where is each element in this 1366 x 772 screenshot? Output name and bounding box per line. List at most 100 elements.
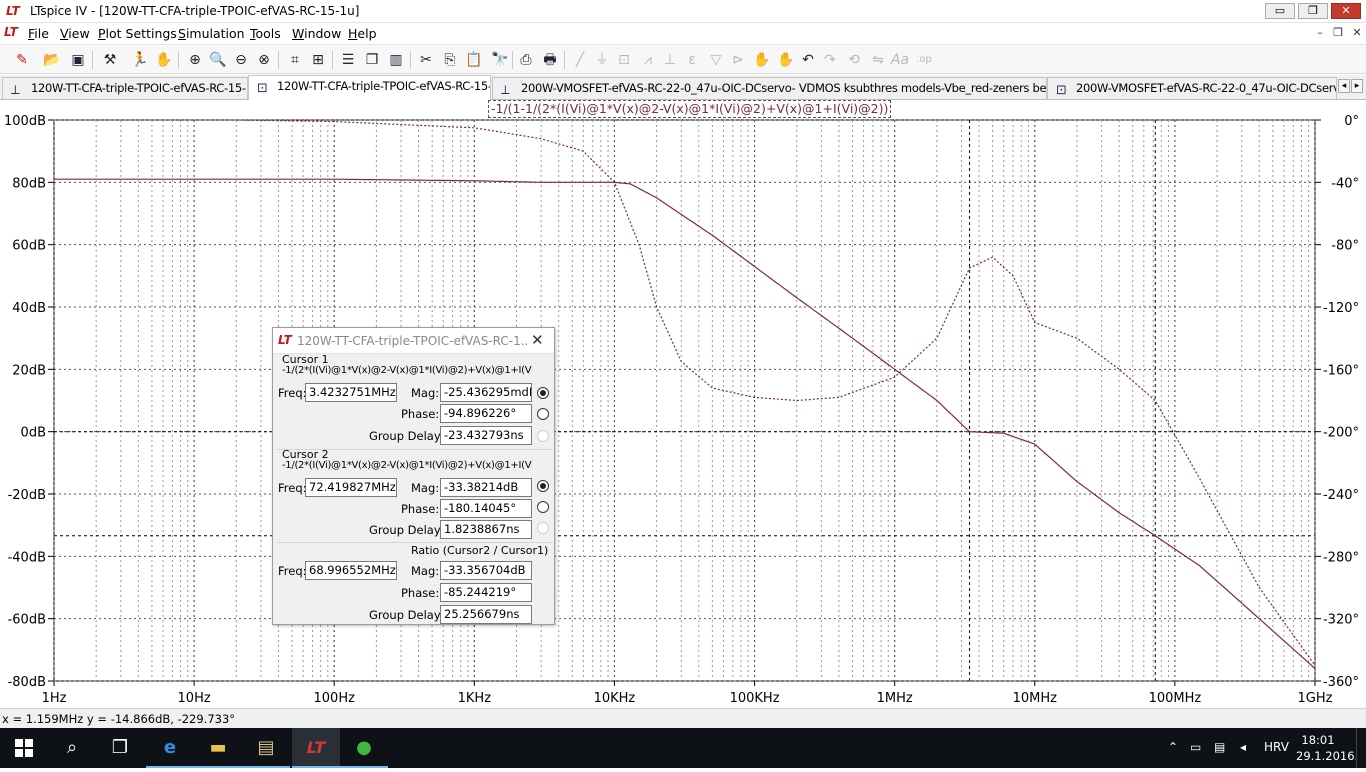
x-axis-tick-label: 1KHz — [458, 691, 492, 706]
edge-browser-icon[interactable]: e — [146, 728, 194, 768]
close-button[interactable]: ✕ — [1331, 3, 1361, 19]
task-view-icon[interactable]: ❐ — [96, 728, 144, 768]
ratio-phase-label: Phase: — [401, 586, 440, 600]
tab-schematic-2[interactable]: ⟂ 200W-VMOSFET-efVAS-RC-22-0_47u-OIC-DCs… — [492, 77, 1047, 99]
mirror-icon[interactable]: ⇋ — [868, 50, 888, 70]
menu-file[interactable]: File — [28, 26, 49, 41]
zoom-out-icon[interactable]: ⊖ — [231, 50, 251, 70]
label-icon[interactable]: ⊡ — [614, 50, 634, 70]
minimize-button[interactable]: ▭ — [1265, 3, 1295, 19]
tab-schematic-1[interactable]: ⟂ 120W-TT-CFA-triple-TPOIC-efVAS-RC-15-1… — [2, 77, 248, 99]
undo-icon[interactable]: ↶ — [798, 50, 818, 70]
tile-horizontal-icon[interactable]: ☰ — [338, 50, 358, 70]
green-app-icon[interactable]: ● — [340, 728, 388, 768]
zoom-in-icon[interactable]: ⊕ — [185, 50, 205, 70]
copy-icon[interactable]: ⎘ — [440, 50, 460, 70]
open-icon[interactable]: 📂 — [42, 50, 62, 70]
run-icon[interactable]: 🏃 — [130, 50, 150, 70]
cursor2-mag-radio[interactable] — [537, 480, 549, 492]
clock[interactable]: 18:01 29.1.2016. — [1296, 732, 1358, 764]
dialog-close-button[interactable]: ✕ — [531, 331, 544, 349]
cursor2-group-delay-field[interactable]: 1.8238867ns — [440, 520, 532, 539]
cursor2-mag-field[interactable]: -33.38214dB — [440, 478, 532, 497]
ratio-freq-field[interactable]: 68.996552MHz — [305, 561, 397, 580]
cursor1-freq-field[interactable]: 3.4232751MHz — [305, 383, 397, 402]
search-icon[interactable]: ⌕ — [48, 728, 96, 768]
file-explorer-icon[interactable]: ▬ — [194, 728, 242, 768]
cut-icon[interactable]: ✂ — [416, 50, 436, 70]
find-icon[interactable]: 🔭 — [490, 50, 510, 70]
drag-icon[interactable]: ✋ — [776, 50, 796, 70]
inductor-icon[interactable]: ε — [682, 50, 702, 70]
folder-app-icon[interactable]: ▤ — [242, 728, 290, 768]
tray-expand-icon[interactable]: ⌃ — [1168, 740, 1178, 754]
document-icon[interactable]: LT — [4, 25, 22, 41]
resistor-icon[interactable]: ⩘ — [638, 50, 658, 70]
ratio-group-delay-field[interactable]: 25.256679ns — [440, 605, 532, 624]
menu-tools[interactable]: Tools — [250, 26, 281, 41]
ratio-mag-label: Mag: — [411, 564, 440, 578]
wire-icon[interactable]: ╱ — [570, 50, 590, 70]
maximize-button[interactable]: ❐ — [1298, 3, 1328, 19]
cursor2-freq-field[interactable]: 72.419827MHz — [305, 478, 397, 497]
ratio-phase-field[interactable]: -85.244219° — [440, 583, 532, 602]
rotate-icon[interactable]: ⟲ — [844, 50, 864, 70]
mdi-restore-button[interactable]: ❐ — [1331, 26, 1345, 39]
cursor1-mag-field[interactable]: -25.436295mdB — [440, 383, 532, 402]
menu-view[interactable]: View — [60, 26, 90, 41]
menu-window[interactable]: Window — [292, 26, 341, 41]
tray-device-icon[interactable]: ▭ — [1190, 740, 1201, 754]
cursor1-phase-radio[interactable] — [537, 408, 549, 420]
menu-plot-settings[interactable]: Plot Settings — [98, 26, 177, 41]
pan-icon[interactable]: ✋ — [154, 50, 174, 70]
tile-vertical-icon[interactable]: ▥ — [386, 50, 406, 70]
zoom-fit-icon[interactable]: ⊗ — [254, 50, 274, 70]
save-icon[interactable]: ▣ — [68, 50, 88, 70]
cursor2-phase-field[interactable]: -180.14045° — [440, 499, 532, 518]
control-panel-icon[interactable]: ⚒ — [100, 50, 120, 70]
show-desktop-button[interactable] — [1356, 728, 1366, 768]
start-button[interactable] — [0, 728, 48, 768]
x-axis-tick-label: 1Hz — [42, 691, 67, 706]
menu-simulation[interactable]: Simulation — [178, 26, 245, 41]
paste-icon[interactable]: 📋 — [464, 50, 484, 70]
trace-expression-label[interactable]: -1/(1-1/(2*(I(Vi)@1*V(x)@2-V(x)@1*I(Vi)@… — [488, 100, 892, 118]
open-schematic-icon[interactable]: ✎ — [12, 50, 32, 70]
network-icon[interactable]: ▤ — [1214, 740, 1225, 754]
cursor1-group-delay-radio[interactable] — [537, 430, 549, 442]
cursor2-group-delay-radio[interactable] — [537, 522, 549, 534]
zoom-area-icon[interactable]: 🔍 — [208, 50, 228, 70]
ground-icon[interactable]: ⏚ — [592, 50, 612, 70]
text-icon[interactable]: Aa — [890, 50, 910, 70]
capacitor-icon[interactable]: ⊥ — [660, 50, 680, 70]
menu-help[interactable]: Help — [348, 26, 377, 41]
cursor1-phase-field[interactable]: -94.896226° — [440, 404, 532, 423]
cursor2-phase-radio[interactable] — [537, 501, 549, 513]
cascade-icon[interactable]: ❐ — [362, 50, 382, 70]
ratio-mag-field[interactable]: -33.356704dB — [440, 561, 532, 580]
bode-plot[interactable]: 100dB 0° 80dB -40° 60dB -80° 40dB -120° 20dB -160… — [0, 100, 1366, 708]
mdi-close-button[interactable]: ✕ — [1350, 26, 1364, 39]
autorange-icon[interactable]: ⌗ — [285, 50, 305, 70]
tab-label: 120W-TT-CFA-triple-TPOIC-efVAS-RC-15-1u — [277, 79, 491, 93]
tab-waveform-1[interactable]: ⊡ 120W-TT-CFA-triple-TPOIC-efVAS-RC-15-1… — [248, 75, 491, 100]
redo-icon[interactable]: ↷ — [820, 50, 840, 70]
component-icon[interactable]: ⊳ — [728, 50, 748, 70]
print-preview-icon[interactable]: ⎙ — [516, 50, 536, 70]
volume-icon[interactable]: ◂ — [1240, 740, 1246, 754]
move-icon[interactable]: ✋ — [752, 50, 772, 70]
grid-icon[interactable]: ⊞ — [308, 50, 328, 70]
x-axis-tick-label: 10MHz — [1013, 691, 1058, 706]
waveform-plot-pane[interactable]: 100dB 0° 80dB -40° 60dB -80° 40dB -120° 20dB -160… — [0, 100, 1366, 708]
ltspice-taskbar-icon[interactable]: LT — [292, 728, 340, 768]
tab-waveform-2[interactable]: ⊡ 200W-VMOSFET-efVAS-RC-22-0_47u-OIC-DCs… — [1047, 77, 1337, 99]
cursor1-group-delay-field[interactable]: -23.432793ns — [440, 426, 532, 445]
spice-directive-icon[interactable]: .op — [914, 50, 934, 70]
diode-icon[interactable]: ▽ — [706, 50, 726, 70]
mdi-minimize-button[interactable]: – — [1313, 26, 1327, 39]
tab-scroll-left-button[interactable]: ◂ — [1338, 79, 1350, 93]
tab-scroll-right-button[interactable]: ▸ — [1351, 79, 1363, 93]
cursor1-mag-radio[interactable] — [537, 387, 549, 399]
language-indicator[interactable]: HRV — [1264, 740, 1289, 754]
print-icon[interactable]: 🖶 — [540, 50, 560, 70]
